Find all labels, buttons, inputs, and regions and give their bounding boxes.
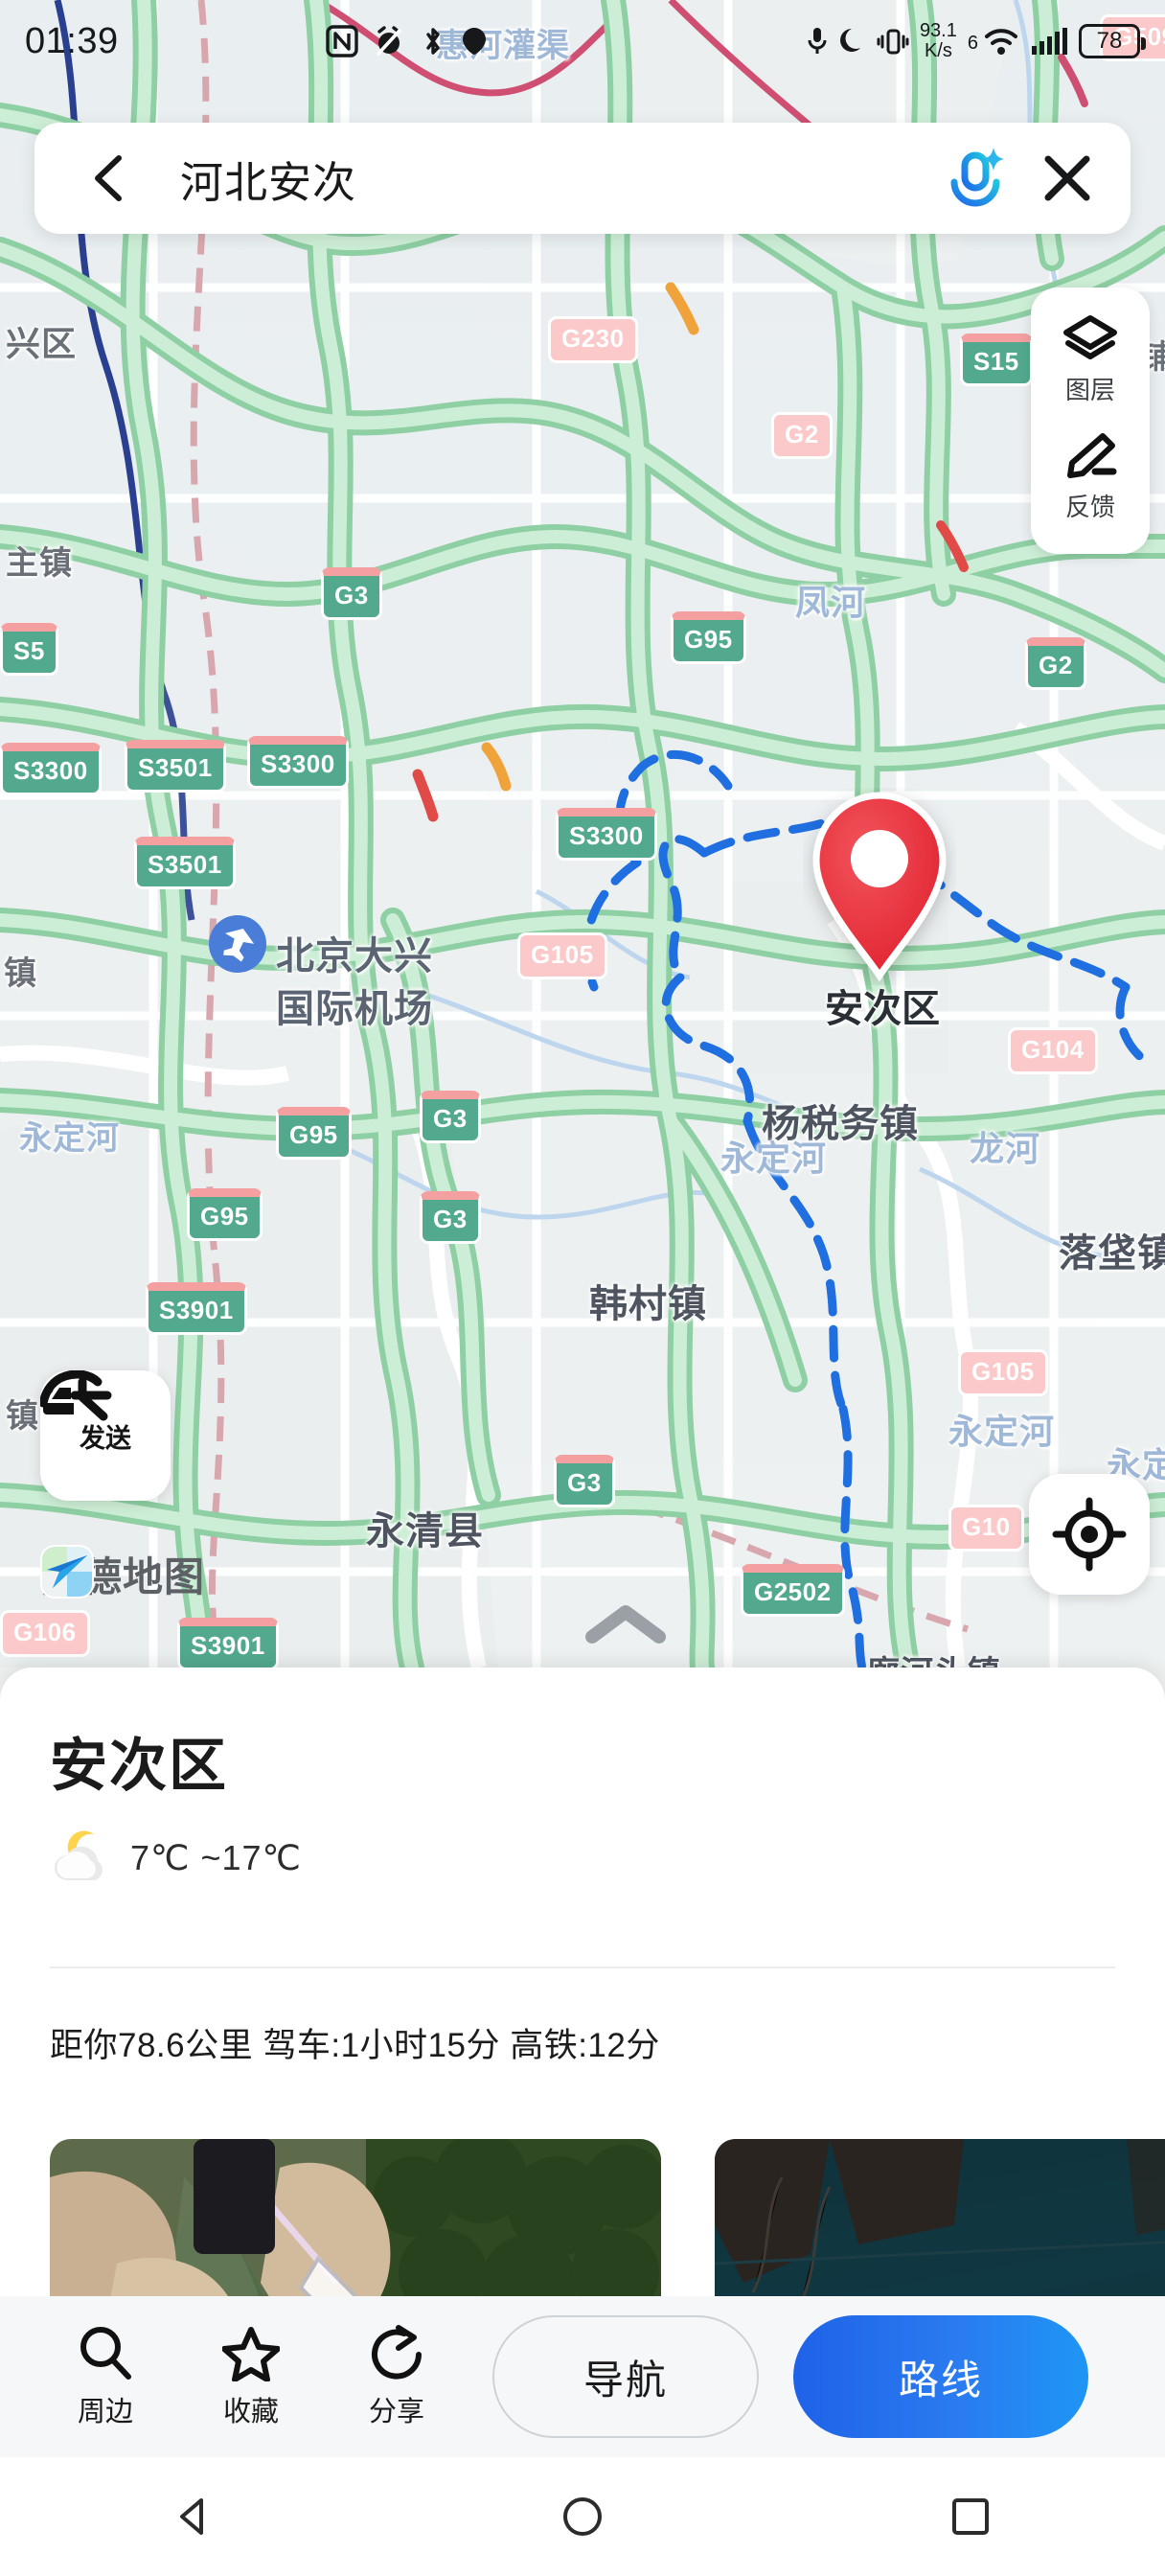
share-label: 分享 (368, 2397, 424, 2427)
wifi-icon (985, 29, 1017, 55)
send-to-car-label: 发送 (80, 1423, 131, 1453)
share-icon (372, 2325, 422, 2380)
back-triangle-icon[interactable] (169, 2491, 220, 2542)
nearby-button[interactable]: 周边 (33, 2324, 178, 2429)
bluetooth-icon (425, 28, 440, 55)
favorite-label: 收藏 (222, 2397, 279, 2427)
network-speed-value: 93.1 (919, 20, 957, 41)
road-shield[interactable]: G105 (517, 932, 607, 979)
amap-brand-logo: 高德地图 (40, 1545, 205, 1603)
road-shield[interactable]: S3501 (125, 740, 226, 793)
travel-info: 距你78.6公里 驾车:1小时15分 高铁:12分 (50, 2027, 660, 2064)
crosshair-locate-icon (1052, 1497, 1127, 1572)
voice-ai-mic-icon[interactable] (941, 144, 1010, 213)
road-shield[interactable]: S3901 (177, 1618, 279, 1668)
weather-temperature: 7℃ ~17℃ (130, 1838, 302, 1877)
battery-level: 78 (1096, 28, 1123, 54)
road-shield[interactable]: G2502 (741, 1564, 845, 1617)
search-icon (80, 2327, 131, 2380)
amap-logo-icon (40, 1545, 94, 1598)
locate-me-button[interactable] (1029, 1474, 1150, 1595)
map-feedback-button[interactable]: 反馈 (1031, 420, 1150, 537)
pencil-feedback-icon (1067, 433, 1117, 478)
road-shield[interactable]: G2 (1025, 637, 1086, 690)
nfc-icon (325, 25, 358, 58)
navigate-button[interactable]: 导航 (492, 2315, 759, 2438)
mic-icon (808, 28, 827, 54)
map-pin-icon (812, 792, 947, 982)
road-shield[interactable]: G95 (671, 611, 746, 664)
status-clock: 01:39 (25, 20, 119, 61)
location-icon (462, 28, 486, 55)
layers-icon (1063, 315, 1117, 359)
weather-row: 7℃ ~17℃ (50, 1830, 302, 1886)
send-to-car-icon (40, 1370, 112, 1421)
road-shield[interactable]: S3300 (0, 743, 102, 795)
marker-label: 安次区 (825, 988, 940, 1030)
close-x-icon[interactable] (1037, 148, 1098, 209)
network-speed-unit: K/s (924, 40, 952, 61)
amap-place-detail-screen: 兴区主镇镇镇店铺北京大兴国际机场杨税务镇韩村镇永清县落垡镇永定河永定河永定河龙河… (0, 0, 1165, 2576)
road-shield[interactable]: G106 (0, 1610, 90, 1657)
chevron-up-icon (585, 1605, 666, 1644)
search-bar[interactable]: 河北安次 (34, 123, 1131, 234)
road-shield[interactable]: G3 (554, 1455, 615, 1507)
road-shield[interactable]: S3901 (146, 1282, 247, 1335)
search-input[interactable]: 河北安次 (180, 148, 941, 210)
road-shield[interactable]: S5 (0, 623, 58, 676)
navigate-label: 导航 (582, 2357, 668, 2403)
nearby-label: 周边 (77, 2397, 133, 2427)
road-shield[interactable]: G104 (1008, 1027, 1098, 1074)
system-status-bar: 01:39 93.1 K/s 6 78 (0, 0, 1165, 82)
road-shield[interactable]: S3300 (247, 736, 349, 789)
map-layers-button[interactable]: 图层 (1031, 303, 1150, 420)
map-feedback-label: 反馈 (1064, 493, 1115, 521)
route-label: 路线 (898, 2357, 983, 2403)
map-layers-label: 图层 (1064, 376, 1115, 404)
moon-cloud-icon (55, 1830, 103, 1880)
road-shield[interactable]: G10 (948, 1505, 1024, 1552)
favorite-button[interactable]: 收藏 (178, 2324, 324, 2429)
signal-icon (1032, 28, 1067, 55)
road-shield[interactable]: S3501 (134, 837, 236, 889)
star-icon (222, 2327, 280, 2381)
battery-icon: 78 (1079, 24, 1146, 58)
vibrate-icon (877, 29, 909, 55)
road-shield[interactable]: G3 (420, 1191, 481, 1244)
recents-square-icon[interactable] (945, 2491, 996, 2542)
send-to-car-button[interactable]: 发送 (40, 1370, 171, 1501)
road-shield[interactable]: S15 (960, 334, 1033, 386)
road-shield[interactable]: G105 (958, 1349, 1048, 1396)
route-button[interactable]: 路线 (793, 2315, 1088, 2438)
home-circle-icon[interactable] (557, 2491, 608, 2542)
network-generation: 6 (967, 33, 978, 54)
map-control-stack: 图层 反馈 (1031, 288, 1150, 554)
road-shield[interactable]: G2 (771, 412, 833, 459)
road-shield[interactable]: G95 (276, 1107, 352, 1160)
road-shield[interactable]: G3 (321, 567, 382, 620)
alarm-off-icon (376, 26, 401, 56)
dnd-moon-icon (839, 29, 860, 52)
back-chevron-icon[interactable] (84, 152, 136, 204)
road-shield[interactable]: G95 (187, 1188, 263, 1241)
road-shield[interactable]: G230 (548, 316, 638, 363)
road-shield[interactable]: G3 (420, 1091, 481, 1143)
place-title: 安次区 (50, 1734, 228, 1798)
sheet-divider (50, 1966, 1115, 1968)
action-bar: 周边 收藏 分享 导航 路线 (0, 2296, 1165, 2457)
map-canvas[interactable]: 兴区主镇镇镇店铺北京大兴国际机场杨税务镇韩村镇永清县落垡镇永定河永定河永定河龙河… (0, 0, 1165, 1668)
map-road-shields: G230G2G3G95G2S15G509S3300S3501S3300S3300… (0, 0, 1165, 1668)
share-button[interactable]: 分享 (324, 2324, 469, 2429)
road-shield[interactable]: S3300 (556, 808, 657, 861)
system-navigation-bar (0, 2457, 1165, 2576)
network-speed: 93.1 K/s (920, 21, 957, 61)
